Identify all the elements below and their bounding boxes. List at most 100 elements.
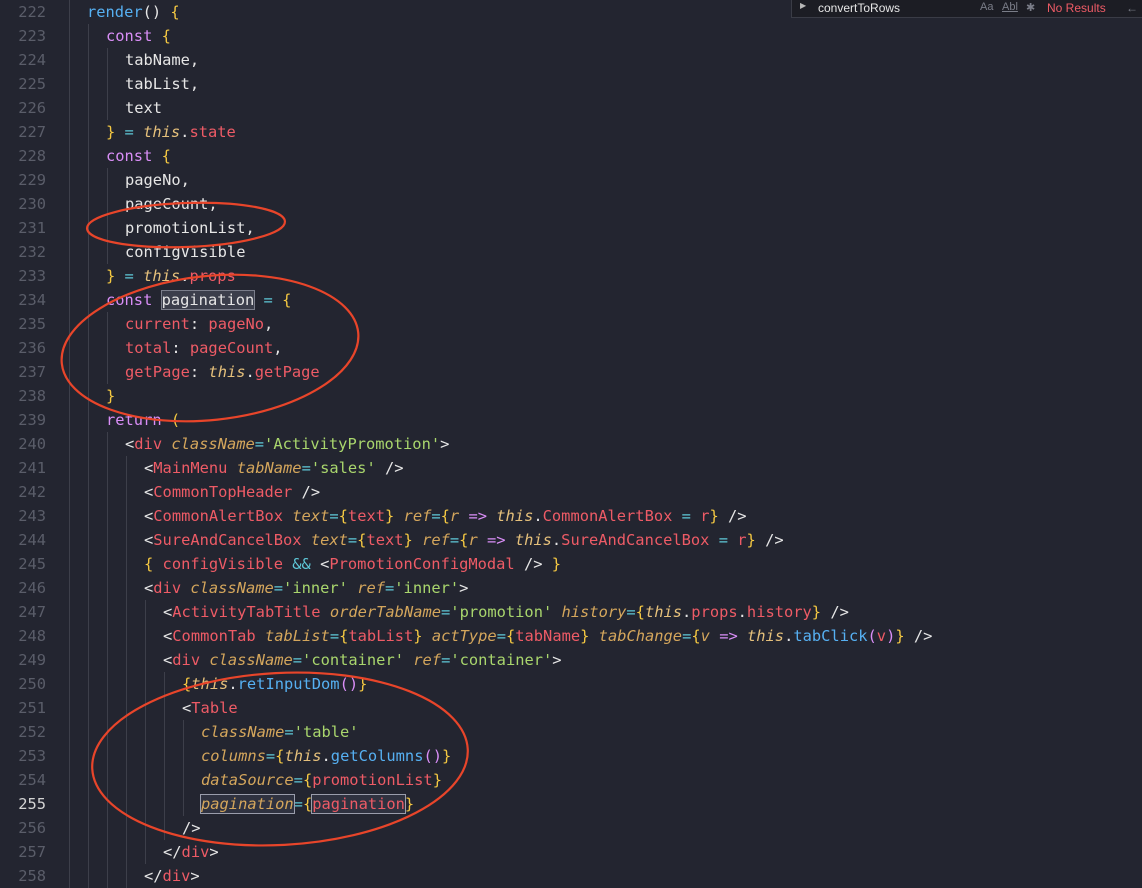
code-line[interactable]: 247 <ActivityTabTitle orderTabName='promo…: [0, 600, 1142, 624]
code-line[interactable]: 228 const {: [0, 144, 1142, 168]
code-token: r: [449, 507, 460, 525]
indent-guide: [88, 48, 89, 72]
line-number: 229: [18, 171, 46, 189]
code-line[interactable]: 240 <div className='ActivityPromotion'>: [0, 432, 1142, 456]
code-token: div: [134, 435, 163, 453]
code-text: {this.retInputDom()}: [182, 672, 367, 696]
code-token: text: [125, 99, 163, 117]
code-line[interactable]: 241 <MainMenu tabName='sales' />: [0, 456, 1142, 480]
indent-guide: [69, 840, 70, 864]
line-number: 245: [18, 555, 46, 573]
indent-guide: [107, 552, 108, 576]
code-text: const pagination = {: [106, 288, 291, 312]
code-token: actType: [422, 627, 497, 645]
indent-guide: [107, 336, 108, 360]
code-line[interactable]: 231 promotionList,: [0, 216, 1142, 240]
code-line[interactable]: 256 />: [0, 816, 1142, 840]
code-line[interactable]: 249 <div className='container' ref='conta…: [0, 648, 1142, 672]
code-token: return: [106, 411, 171, 429]
code-token: tabClick: [793, 627, 868, 645]
code-line[interactable]: 245 { configVisible && <PromotionConfigMo…: [0, 552, 1142, 576]
line-number: 246: [18, 579, 46, 597]
code-line[interactable]: 257 </div>: [0, 840, 1142, 864]
code-text: pageNo,: [125, 168, 190, 192]
code-token: v: [700, 627, 710, 645]
code-line[interactable]: 244 <SureAndCancelBox text={text} ref={r …: [0, 528, 1142, 552]
match-case-toggle[interactable]: Aa: [980, 1, 993, 13]
indent-guide: [69, 504, 70, 528]
code-token: =: [431, 507, 441, 525]
code-line[interactable]: 223 const {: [0, 24, 1142, 48]
code-line[interactable]: 254 dataSource={promotionList}: [0, 768, 1142, 792]
code-line[interactable]: 246 <div className='inner' ref='inner'>: [0, 576, 1142, 600]
previous-result-icon[interactable]: ←: [1126, 1, 1138, 15]
code-line[interactable]: 224 tabName,: [0, 48, 1142, 72]
code-token: CommonTab: [172, 627, 256, 645]
regex-toggle-icon[interactable]: ✱: [1026, 1, 1035, 14]
indent-guide: [126, 528, 127, 552]
code-line[interactable]: 235 current: pageNo,: [0, 312, 1142, 336]
indent-guide: [69, 648, 70, 672]
indent-guide: [145, 816, 146, 840]
indent-guide: [69, 408, 70, 432]
code-token: <: [144, 483, 154, 501]
code-token: this: [143, 267, 181, 285]
find-query-input[interactable]: convertToRows: [818, 1, 900, 15]
indent-guide: [88, 864, 89, 888]
code-line[interactable]: 229 pageNo,: [0, 168, 1142, 192]
code-line[interactable]: 242 <CommonTopHeader />: [0, 480, 1142, 504]
code-line[interactable]: 236 total: pageCount,: [0, 336, 1142, 360]
code-line[interactable]: 252 className='table': [0, 720, 1142, 744]
indent-guide: [88, 768, 89, 792]
code-token: =: [284, 723, 294, 741]
code-token: =>: [709, 627, 747, 645]
indent-guide: [145, 648, 146, 672]
code-line[interactable]: 226 text: [0, 96, 1142, 120]
indent-guide: [69, 552, 70, 576]
whole-word-toggle[interactable]: Abl: [1002, 1, 1018, 13]
line-number: 249: [18, 651, 46, 669]
code-token: :: [189, 363, 209, 381]
code-token: tabName,: [125, 51, 200, 69]
code-token: text: [366, 531, 404, 549]
indent-guide: [69, 624, 70, 648]
indent-guide: [126, 744, 127, 768]
code-line[interactable]: 255 pagination={pagination}: [0, 792, 1142, 816]
code-line[interactable]: 251 <Table: [0, 696, 1142, 720]
code-token: >: [209, 843, 219, 861]
code-line[interactable]: 253 columns={this.getColumns()}: [0, 744, 1142, 768]
code-token: =>: [459, 507, 497, 525]
code-line[interactable]: 232 configVisible: [0, 240, 1142, 264]
indent-guide: [107, 600, 108, 624]
find-bar[interactable]: ▶ convertToRows Aa Abl ✱ No Results ←: [791, 0, 1142, 18]
code-token: CommonTopHeader: [153, 483, 293, 501]
code-line[interactable]: 250 {this.retInputDom()}: [0, 672, 1142, 696]
code-token: r: [468, 531, 478, 549]
code-line[interactable]: 225 tabList,: [0, 72, 1142, 96]
code-line[interactable]: 248 <CommonTab tabList={tabList} actType=…: [0, 624, 1142, 648]
code-token: .: [533, 507, 543, 525]
expand-triangle-icon[interactable]: ▶: [800, 1, 806, 10]
indent-guide: [88, 120, 89, 144]
code-token: this: [496, 507, 534, 525]
indent-guide: [69, 576, 70, 600]
indent-guide: [88, 216, 89, 240]
code-line[interactable]: 233} = this.props: [0, 264, 1142, 288]
code-line[interactable]: 227} = this.state: [0, 120, 1142, 144]
code-line[interactable]: 243 <CommonAlertBox text={text} ref={r =>…: [0, 504, 1142, 528]
code-line[interactable]: 238}: [0, 384, 1142, 408]
code-editor[interactable]: 222 render() {223 const {224 tabName, 225 tab…: [0, 0, 1142, 888]
indent-guide: [69, 744, 70, 768]
code-token: SureAndCancelBox: [561, 531, 710, 549]
indent-guide: [107, 720, 108, 744]
line-number: 232: [18, 243, 46, 261]
code-line[interactable]: 234 const pagination = {: [0, 288, 1142, 312]
code-token: (: [170, 411, 181, 429]
code-line[interactable]: 258 </div>: [0, 864, 1142, 888]
code-line[interactable]: 239 return (: [0, 408, 1142, 432]
line-number: 235: [18, 315, 46, 333]
line-number: 248: [18, 627, 46, 645]
line-number: 242: [18, 483, 46, 501]
code-line[interactable]: 237 getPage: this.getPage: [0, 360, 1142, 384]
code-line[interactable]: 230 pageCount,: [0, 192, 1142, 216]
